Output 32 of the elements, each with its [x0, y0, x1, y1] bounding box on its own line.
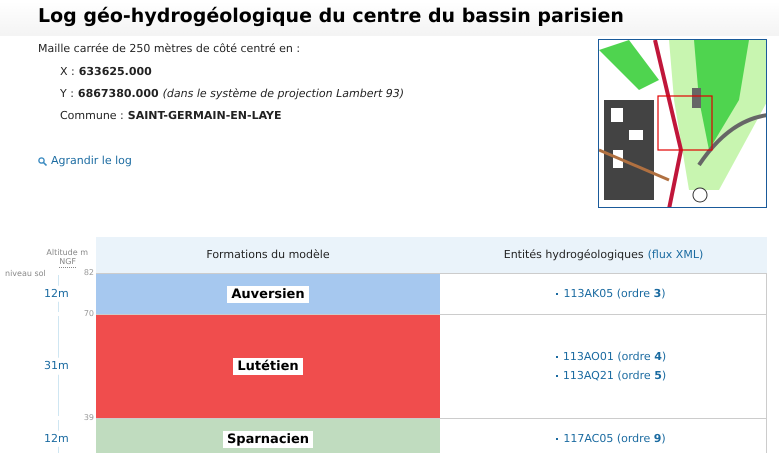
- search-icon: [38, 156, 47, 166]
- x-label: X :: [60, 65, 75, 79]
- thickness-label: 12m: [44, 430, 69, 447]
- altitude-value: 39: [84, 413, 94, 423]
- thickness-label: 12m: [44, 285, 69, 302]
- bullet-icon: [556, 356, 558, 358]
- formation-name: Sparnacien: [222, 430, 314, 448]
- enlarge-link[interactable]: Agrandir le log: [38, 153, 132, 170]
- x-value: 633625.000: [78, 65, 152, 79]
- xml-link[interactable]: (flux XML): [648, 246, 704, 264]
- formation-name: Lutétien: [233, 358, 303, 375]
- commune-label: Commune :: [60, 109, 124, 123]
- altitude-unit: NGF: [59, 257, 76, 268]
- bullet-icon: [556, 374, 558, 377]
- altitude-header: Altitude m: [46, 247, 88, 258]
- column-header: Entités hydrogéologiques: [504, 246, 644, 263]
- altitude-value: 82: [84, 268, 94, 278]
- formation-name: Auversien: [227, 286, 309, 302]
- column-header: Formations du modèle: [206, 246, 330, 263]
- entity-link[interactable]: 117AC05 (ordre 9): [563, 430, 666, 448]
- page-title: Log géo-hydrogéologique du centre du bassin parisien: [38, 4, 625, 28]
- ground-level-label: niveau sol: [5, 268, 46, 280]
- entity-link[interactable]: 113AO01 (ordre 4): [562, 349, 666, 366]
- altitude-value: 70: [84, 309, 94, 319]
- intro-text: Maille carrée de 250 mètres de côté centré en :: [38, 42, 302, 56]
- projection-note: (dans le système de projection Lambert 93): [162, 87, 404, 101]
- thickness-label: 31m: [44, 358, 69, 374]
- commune-value: SAINT-GERMAIN-EN-LAYE: [128, 109, 282, 123]
- y-value: 6867380.000: [78, 87, 159, 101]
- entity-link[interactable]: 113AQ21 (ordre 5): [562, 368, 666, 384]
- entity-link[interactable]: 113AK05 (ordre 3): [563, 286, 666, 302]
- y-label: Y :: [60, 87, 74, 101]
